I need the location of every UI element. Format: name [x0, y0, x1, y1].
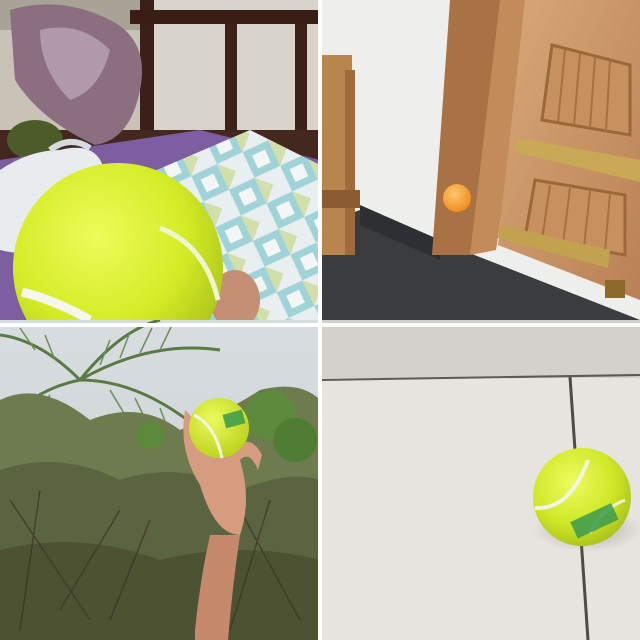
floor-scene — [320, 320, 640, 640]
photo-collage — [0, 0, 640, 640]
collage-divider-vertical — [318, 0, 322, 640]
door-scene — [320, 0, 640, 320]
tree-scene — [0, 320, 320, 640]
panel-door-orange-ball — [320, 0, 640, 320]
collage-divider-horizontal — [0, 323, 640, 327]
panel-bed-tennis-ball — [0, 0, 320, 320]
panel-trees-tennis-ball — [0, 320, 320, 640]
panel-floor-tennis-ball — [320, 320, 640, 640]
bed-scene — [0, 0, 320, 320]
orange-ball — [443, 184, 471, 212]
